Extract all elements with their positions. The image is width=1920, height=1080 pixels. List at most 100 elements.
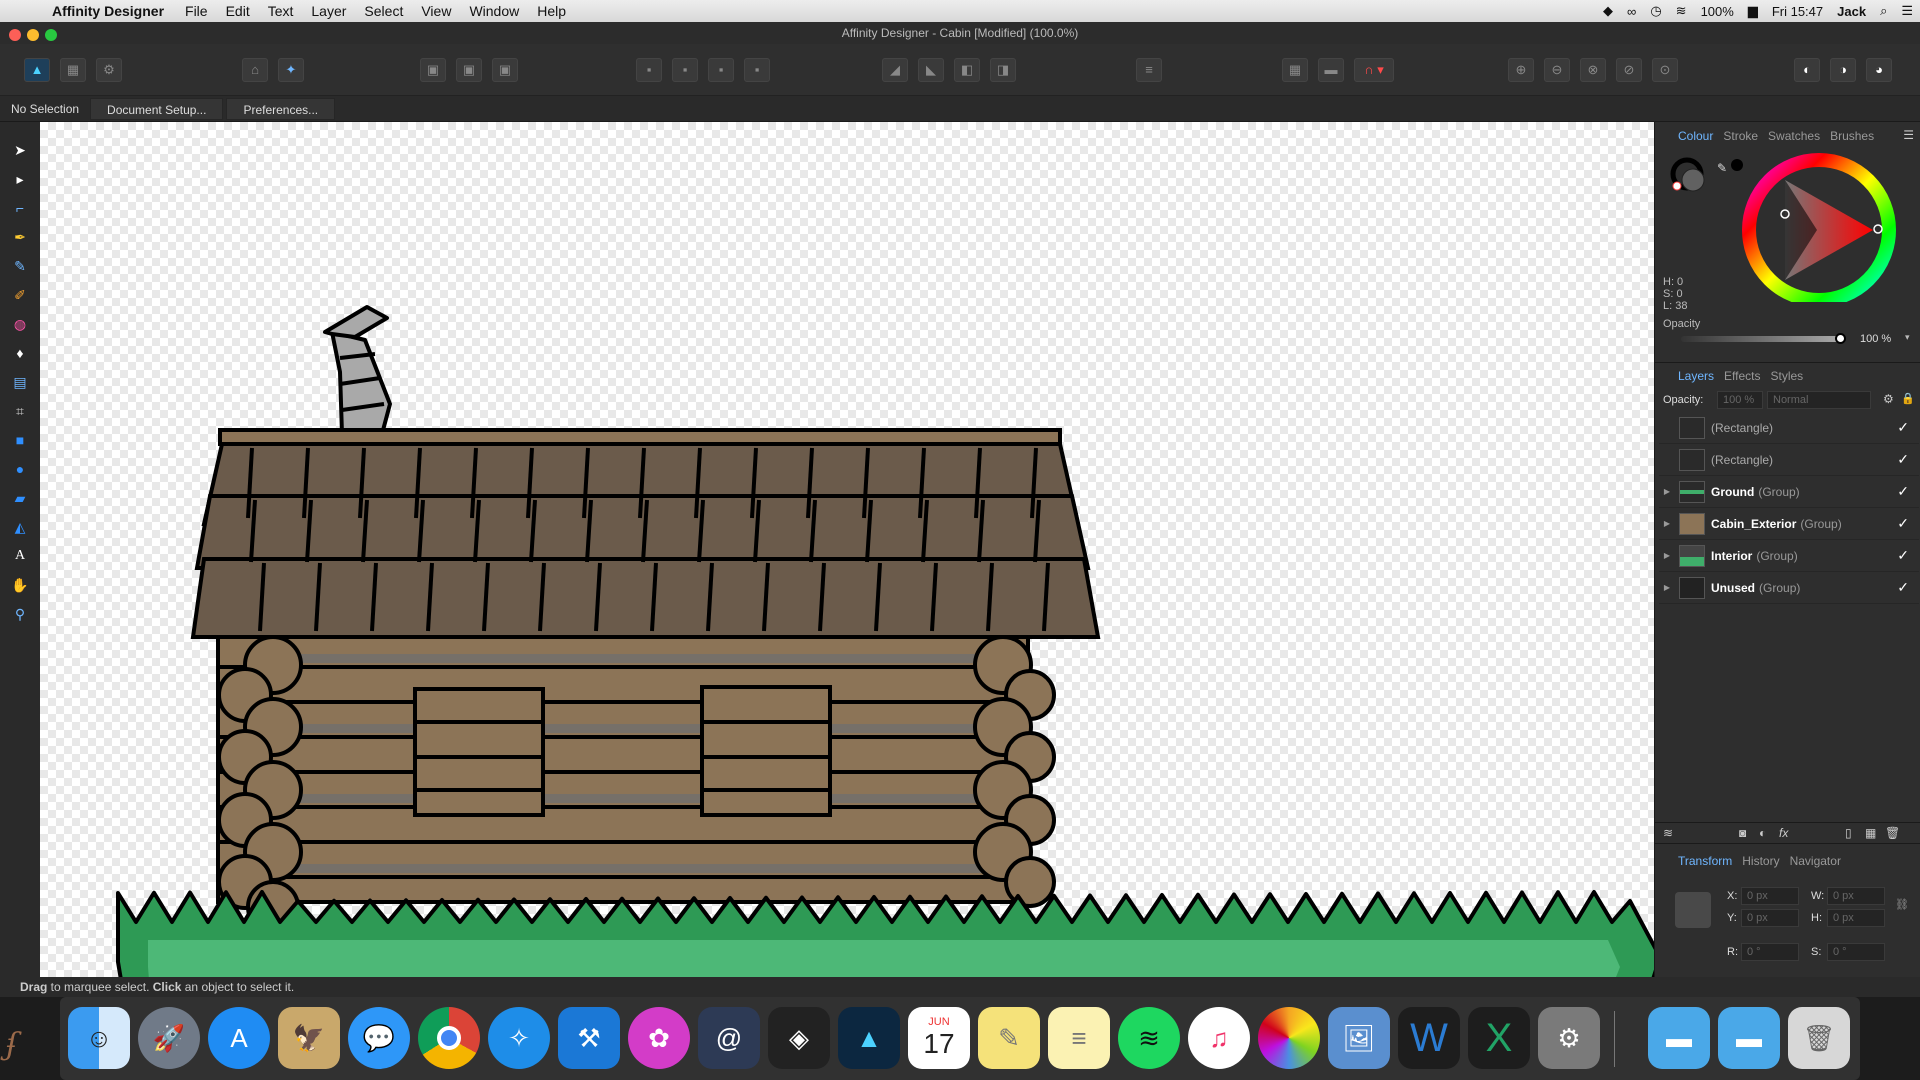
menu-edit[interactable]: Edit: [217, 3, 259, 19]
tab-stroke[interactable]: Stroke: [1718, 127, 1763, 147]
isolate-icon[interactable]: ▣: [420, 58, 446, 82]
boolean-intersect-icon[interactable]: ⊗: [1580, 58, 1606, 82]
panel-menu-icon[interactable]: ☰: [1903, 128, 1914, 142]
node-tool-icon[interactable]: ▸: [10, 169, 30, 189]
expand-arrow-icon[interactable]: ▶: [1659, 583, 1675, 592]
snapping-icon[interactable]: ✦: [278, 58, 304, 82]
h-field[interactable]: 0 px: [1827, 909, 1885, 927]
place-image-tool-icon[interactable]: ▤: [10, 372, 30, 392]
tab-history[interactable]: History: [1737, 852, 1784, 872]
adjustment-icon[interactable]: ◐: [1759, 826, 1766, 840]
zoom-tool-icon[interactable]: ⚲: [10, 604, 30, 624]
expand-arrow-icon[interactable]: ▶: [1659, 519, 1675, 528]
xcode-icon[interactable]: ⚒: [558, 1007, 620, 1069]
launchpad-icon[interactable]: 🚀: [138, 1007, 200, 1069]
layer-opacity-field[interactable]: 100 %: [1717, 391, 1763, 409]
notification-center-icon[interactable]: ☰: [1894, 3, 1920, 19]
tab-effects[interactable]: Effects: [1719, 367, 1765, 387]
image-capture-icon[interactable]: 🖼: [1328, 1007, 1390, 1069]
grid-icon[interactable]: ▦: [1282, 58, 1308, 82]
unity-icon[interactable]: ◈: [768, 1007, 830, 1069]
colour-wheel[interactable]: ✎: [1667, 152, 1917, 302]
visibility-check-icon[interactable]: ✓: [1897, 515, 1909, 532]
layers-stack-icon[interactable]: ≋: [1663, 826, 1673, 840]
word-icon[interactable]: W: [1398, 1007, 1460, 1069]
flip-horizontal-icon[interactable]: ◢: [882, 58, 908, 82]
itunes-icon[interactable]: ♫: [1188, 1007, 1250, 1069]
text-tool-icon[interactable]: A: [10, 546, 30, 566]
tab-colour[interactable]: Colour: [1673, 127, 1718, 147]
dropbox-icon[interactable]: ◆: [1596, 3, 1620, 19]
blend-mode-select[interactable]: Normal: [1767, 391, 1871, 409]
menu-help[interactable]: Help: [528, 3, 575, 19]
order-front-icon[interactable]: ▪: [744, 58, 770, 82]
y-field[interactable]: 0 px: [1741, 909, 1799, 927]
layer-row[interactable]: ▶ Interior (Group) ✓: [1659, 540, 1919, 572]
visibility-check-icon[interactable]: ✓: [1897, 451, 1909, 468]
menu-select[interactable]: Select: [355, 3, 412, 19]
chrome-icon[interactable]: [418, 1007, 480, 1069]
opacity-dropdown-icon[interactable]: ▾: [1905, 332, 1910, 343]
assistant-icon[interactable]: ⌂: [242, 58, 268, 82]
mail-app-icon[interactable]: @: [698, 1007, 760, 1069]
spotify-icon[interactable]: ≋: [1118, 1007, 1180, 1069]
transform-objects-icon[interactable]: ▣: [492, 58, 518, 82]
excel-icon[interactable]: X: [1468, 1007, 1530, 1069]
downloads-folder-icon[interactable]: ▬: [1718, 1007, 1780, 1069]
share-icon[interactable]: ◕: [1866, 58, 1892, 82]
flag-icon[interactable]: ▆: [1741, 3, 1765, 19]
menu-layer[interactable]: Layer: [302, 3, 355, 19]
document-canvas[interactable]: [40, 122, 1654, 977]
stickies-icon[interactable]: ✎: [978, 1007, 1040, 1069]
visibility-check-icon[interactable]: ✓: [1897, 579, 1909, 596]
menu-view[interactable]: View: [412, 3, 460, 19]
app-menu[interactable]: Affinity Designer: [38, 3, 176, 19]
pen-tool-icon[interactable]: ✒: [10, 227, 30, 247]
boolean-divide-icon[interactable]: ⊙: [1652, 58, 1678, 82]
brush-tool-icon[interactable]: ✐: [10, 285, 30, 305]
layer-row[interactable]: ▶ Unused (Group) ✓: [1659, 572, 1919, 604]
user-name[interactable]: Jack: [1830, 4, 1873, 19]
order-forward-icon[interactable]: ▪: [708, 58, 734, 82]
rounded-rectangle-tool-icon[interactable]: ▰: [10, 488, 30, 508]
menu-text[interactable]: Text: [259, 3, 303, 19]
rectangle-tool-icon[interactable]: ■: [10, 430, 30, 450]
layer-row[interactable]: ▶ Ground (Group) ✓: [1659, 476, 1919, 508]
opacity-slider-thumb[interactable]: [1835, 333, 1846, 344]
flower-app-icon[interactable]: ✿: [628, 1007, 690, 1069]
finder-icon[interactable]: ☺: [68, 1007, 130, 1069]
snapping-options-icon[interactable]: ▬: [1318, 58, 1344, 82]
boolean-xor-icon[interactable]: ⊘: [1616, 58, 1642, 82]
lock-icon[interactable]: 🔒: [1901, 392, 1915, 405]
preferences-button[interactable]: Preferences...: [226, 97, 336, 120]
layer-settings-icon[interactable]: ⚙: [1883, 392, 1894, 406]
add-layer-icon[interactable]: ▯: [1845, 826, 1852, 840]
tab-brushes[interactable]: Brushes: [1825, 127, 1879, 147]
tab-swatches[interactable]: Swatches: [1763, 127, 1825, 147]
photos-icon[interactable]: [1258, 1007, 1320, 1069]
ellipse-tool-icon[interactable]: ●: [10, 459, 30, 479]
layer-row[interactable]: (Rectangle) ✓: [1659, 412, 1919, 444]
fx-icon[interactable]: fx: [1779, 826, 1788, 840]
trash-icon[interactable]: 🗑: [1788, 1007, 1850, 1069]
x-field[interactable]: 0 px: [1741, 887, 1799, 905]
zoom-window-button[interactable]: [45, 29, 57, 41]
hand-tool-icon[interactable]: ✋: [10, 575, 30, 595]
opacity-value-field[interactable]: 100 %: [1855, 331, 1905, 349]
notes-icon[interactable]: ≡: [1048, 1007, 1110, 1069]
close-window-button[interactable]: [9, 29, 21, 41]
spotlight-icon[interactable]: ⌕: [1873, 3, 1894, 19]
wifi-icon[interactable]: ≋: [1669, 3, 1694, 19]
folder-icon[interactable]: ▬: [1648, 1007, 1710, 1069]
minimize-window-button[interactable]: [27, 29, 39, 41]
duplicate-icon[interactable]: ◑: [1830, 58, 1856, 82]
tab-styles[interactable]: Styles: [1766, 367, 1809, 387]
delete-layer-icon[interactable]: 🗑: [1885, 826, 1900, 840]
boolean-subtract-icon[interactable]: ⊖: [1544, 58, 1570, 82]
visibility-check-icon[interactable]: ✓: [1897, 483, 1909, 500]
expand-arrow-icon[interactable]: ▶: [1659, 551, 1675, 560]
fill-tool-icon[interactable]: ◍: [10, 314, 30, 334]
system-preferences-icon[interactable]: ⚙: [1538, 1007, 1600, 1069]
shear-field[interactable]: 0 °: [1827, 943, 1885, 961]
opacity-slider[interactable]: [1681, 333, 1846, 344]
